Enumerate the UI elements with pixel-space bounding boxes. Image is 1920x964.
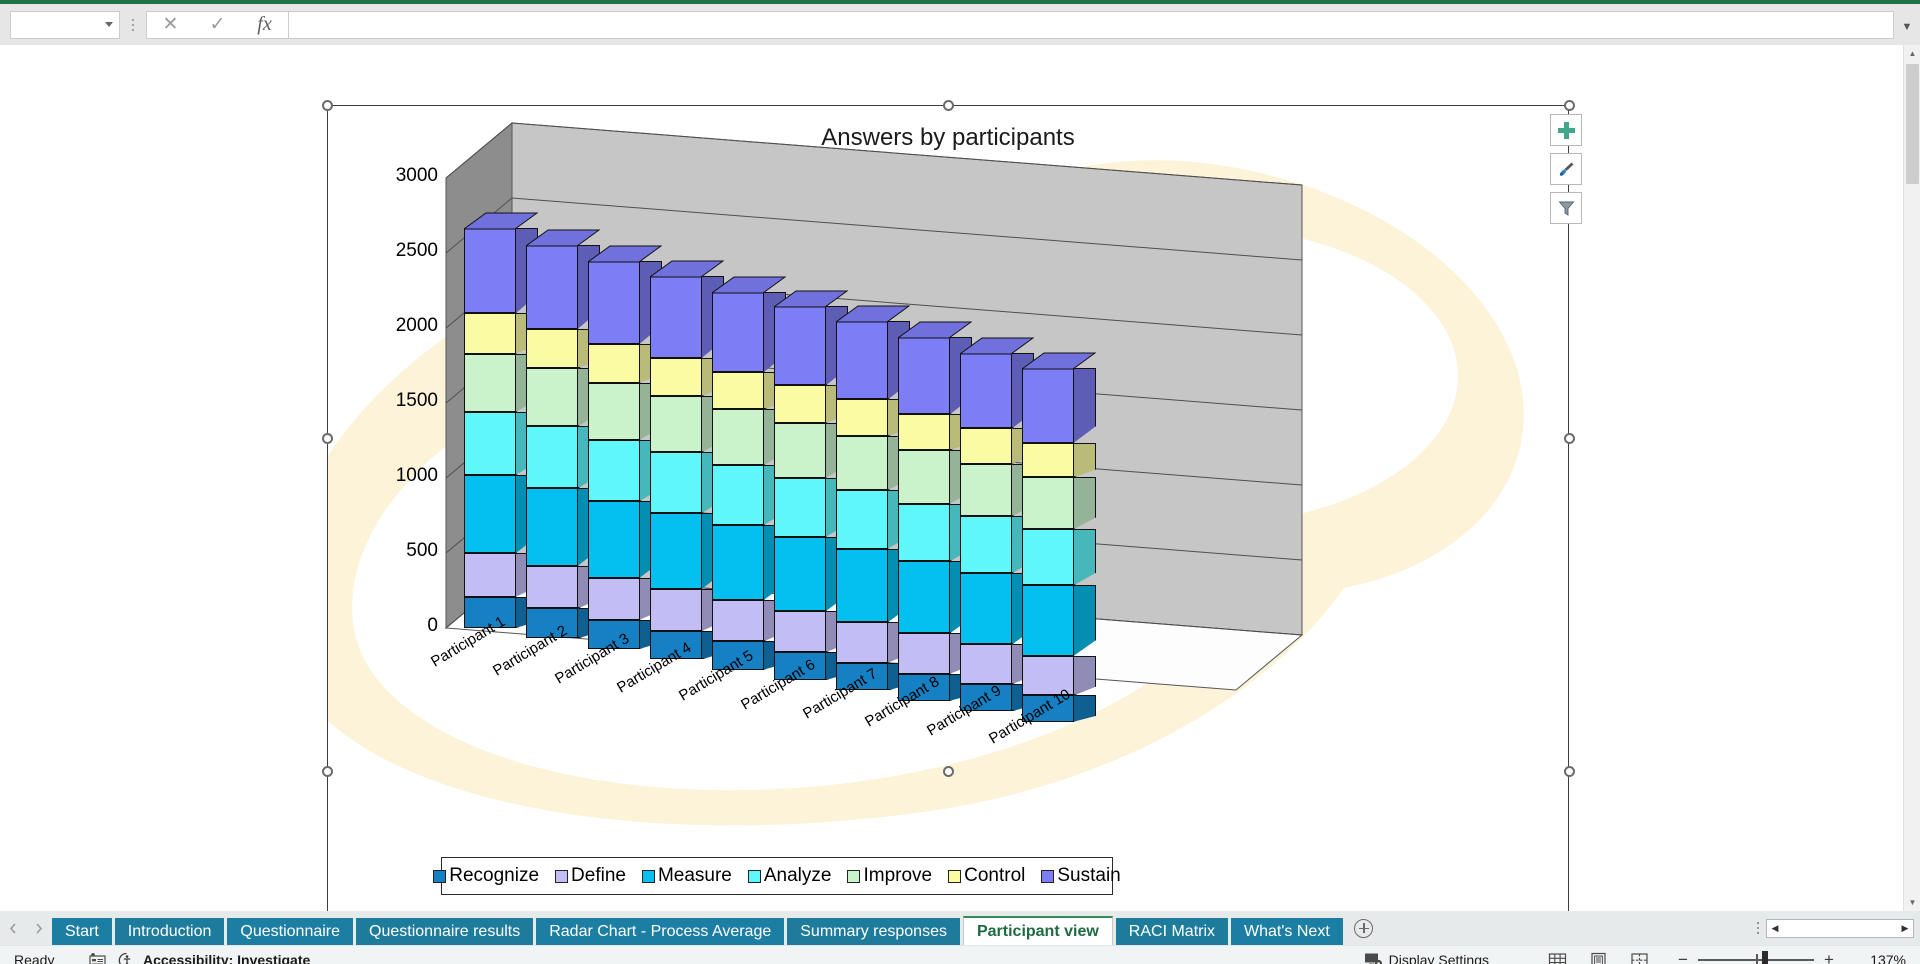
zoom-slider[interactable]: [1698, 949, 1814, 964]
tabbar-right-group: ◀ ▶: [1757, 911, 1920, 945]
sheet-nav-buttons: [0, 911, 52, 945]
scroll-down-icon[interactable]: ▼: [1904, 894, 1920, 911]
vertical-scrollbar[interactable]: ▲ ▼: [1903, 45, 1920, 911]
zoom-out-button[interactable]: −: [1668, 949, 1698, 964]
normal-view-icon[interactable]: [1537, 949, 1578, 964]
sheet-tab-start[interactable]: Start: [52, 918, 112, 945]
legend-item[interactable]: Define: [555, 865, 626, 887]
zoom-slider-thumb[interactable]: [1762, 951, 1768, 964]
legend-label: Recognize: [449, 865, 540, 886]
selection-handle-bl[interactable]: [322, 766, 333, 777]
legend-item[interactable]: Control: [948, 865, 1025, 887]
scroll-left-icon[interactable]: ◀: [1767, 920, 1783, 937]
selection-handle-tc[interactable]: [943, 100, 954, 111]
status-left-group: Ready Accessibility: Investigate: [0, 952, 310, 964]
chart-legend[interactable]: Recognize Define Measure Analyze Improve Cont…: [433, 857, 1121, 895]
plus-circle-icon: [1354, 918, 1374, 938]
status-right-group: Display Settings − + 137%: [1364, 949, 1920, 964]
sheet-tab-bar: Start Introduction Questionnaire Questionna…: [0, 911, 1920, 945]
legend-label: Control: [964, 865, 1026, 886]
legend-item[interactable]: Improve: [847, 865, 932, 887]
legend-swatch: [948, 869, 962, 883]
zoom-percentage: 137%: [1870, 952, 1906, 964]
chevron-down-icon[interactable]: [105, 22, 113, 27]
legend-swatch: [1041, 869, 1055, 883]
close-icon[interactable]: ✕: [147, 12, 194, 38]
plot-area[interactable]: 0 500 1000 1500 2000 2500 3000 Participant 1 Pa…: [328, 106, 1568, 941]
sheet-tab-questionnaire[interactable]: Questionnaire: [227, 918, 354, 945]
vertical-scroll-thumb[interactable]: [1906, 64, 1919, 184]
legend-label: Sustain: [1057, 865, 1121, 886]
chart-object[interactable]: Answers by participants 0 500 1000 1500 2000…: [322, 100, 1582, 942]
chevron-left-icon[interactable]: [8, 922, 19, 934]
chart-filters-button[interactable]: [1550, 192, 1582, 224]
page-break-icon[interactable]: [1619, 949, 1660, 964]
accessibility-status[interactable]: Accessibility: Investigate: [118, 952, 310, 964]
chevron-right-icon[interactable]: [33, 922, 44, 934]
horizontal-scrollbar[interactable]: ◀ ▶: [1766, 918, 1914, 938]
legend-label: Improve: [863, 865, 933, 886]
sheet-tabs[interactable]: Start Introduction Questionnaire Questionna…: [52, 911, 1346, 945]
chevron-down-icon[interactable]: ▼: [1898, 18, 1916, 36]
legend-item[interactable]: Measure: [641, 865, 732, 887]
display-settings-icon: [1364, 953, 1382, 964]
tab-split-grip[interactable]: [1757, 922, 1759, 934]
zoom-in-button[interactable]: +: [1814, 949, 1844, 964]
excel-window: ✕ ✓ fx ▼ ▲ ▼ Answers by participants 0 5…: [0, 0, 1920, 964]
name-box[interactable]: [10, 10, 120, 39]
display-settings-label: Display Settings: [1388, 952, 1489, 964]
legend-item[interactable]: Recognize: [433, 865, 539, 887]
scroll-right-icon[interactable]: ▶: [1897, 920, 1913, 937]
accessibility-label: Accessibility: Investigate: [143, 952, 311, 964]
formula-input[interactable]: [289, 10, 1894, 39]
selection-handle-tl[interactable]: [322, 100, 333, 111]
legend-swatch: [641, 869, 655, 883]
selection-handle-mr[interactable]: [1564, 433, 1575, 444]
selection-handle-bc[interactable]: [943, 766, 954, 777]
scroll-up-icon[interactable]: ▲: [1904, 45, 1920, 62]
selection-handle-tr[interactable]: [1564, 100, 1575, 111]
worksheet-area[interactable]: ▲ ▼ Answers by participants 0 500 1000 1…: [0, 45, 1920, 942]
selection-handle-ml[interactable]: [322, 433, 333, 444]
legend-label: Measure: [657, 865, 732, 886]
status-mode: Ready: [14, 952, 55, 964]
horizontal-scroll-thumb[interactable]: [1783, 919, 1897, 937]
formula-bar-grip[interactable]: [120, 18, 146, 31]
legend-swatch: [555, 869, 569, 883]
funnel-icon: [1558, 201, 1574, 216]
sheet-tab-what-s-next[interactable]: What's Next: [1231, 918, 1343, 945]
legend-label: Define: [571, 865, 626, 886]
legend-item[interactable]: Sustain: [1041, 865, 1121, 887]
record-macro-icon[interactable]: [76, 952, 118, 964]
chart-elements-button[interactable]: [1550, 114, 1582, 146]
plus-icon: [1557, 121, 1575, 139]
sheet-tab-raci-matrix[interactable]: RACI Matrix: [1115, 918, 1229, 945]
chart-side-buttons: [1550, 114, 1582, 224]
display-settings-button[interactable]: Display Settings: [1364, 952, 1489, 964]
formula-action-group: ✕ ✓ fx: [146, 10, 289, 39]
legend-label: Analyze: [763, 865, 832, 886]
sheet-tab-questionnaire-results[interactable]: Questionnaire results: [356, 918, 534, 945]
accessibility-icon: [118, 952, 131, 964]
selection-handle-br[interactable]: [1564, 766, 1575, 777]
sheet-tab-participant-view[interactable]: Participant view: [962, 916, 1113, 945]
legend-swatch: [433, 869, 447, 883]
legend-item[interactable]: Analyze: [747, 865, 832, 887]
check-icon[interactable]: ✓: [194, 12, 241, 38]
legend-swatch: [747, 869, 761, 883]
sheet-tab-summary-responses[interactable]: Summary responses: [787, 918, 960, 945]
legend-swatch: [847, 869, 861, 883]
formula-bar: ✕ ✓ fx ▼: [0, 4, 1920, 45]
paintbrush-icon: [1559, 162, 1573, 176]
zoom-control[interactable]: − +: [1668, 949, 1844, 964]
x-axis: Participant 1 Participant 2 Participant 3P…: [328, 106, 1568, 941]
page-layout-icon[interactable]: [1578, 949, 1619, 964]
sheet-tab-introduction[interactable]: Introduction: [114, 918, 225, 945]
sheet-tab-radar-chart-process-average[interactable]: Radar Chart - Process Average: [536, 918, 785, 945]
chart-styles-button[interactable]: [1550, 153, 1582, 185]
status-bar: Ready Accessibility: Investigate Display…: [0, 945, 1920, 964]
fx-icon[interactable]: fx: [241, 12, 288, 38]
add-sheet-button[interactable]: [1346, 911, 1382, 945]
